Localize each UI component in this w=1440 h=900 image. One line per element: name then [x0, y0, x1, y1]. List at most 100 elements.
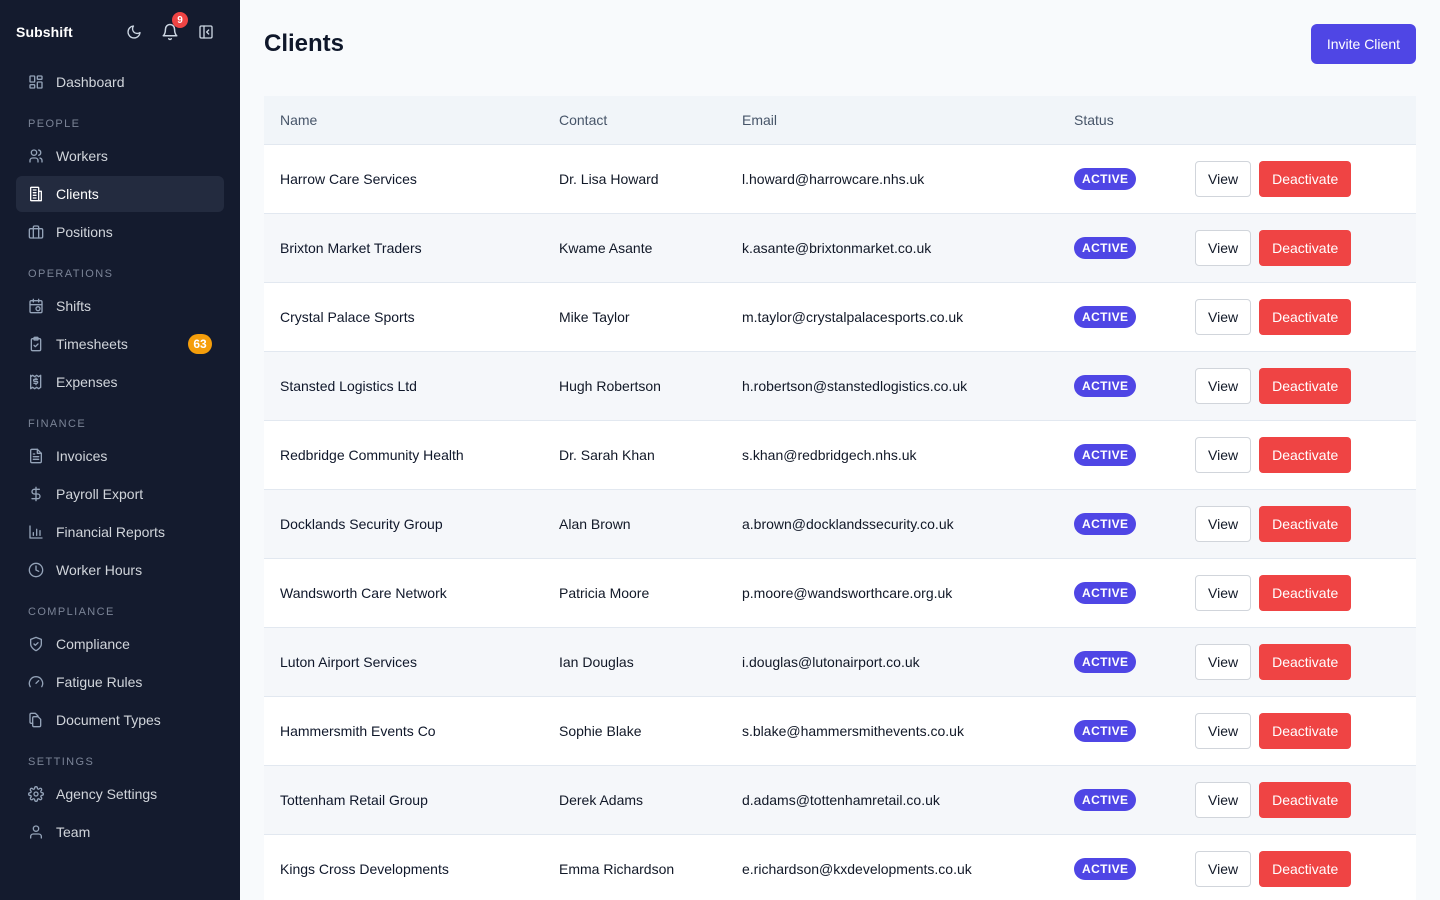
view-button[interactable]: View: [1195, 436, 1252, 473]
column-header-contact[interactable]: Contact: [543, 96, 726, 145]
status-cell: ACTIVE: [1058, 627, 1179, 696]
sidebar-item-worker-hours[interactable]: Worker Hours: [16, 552, 224, 588]
deactivate-button[interactable]: Deactivate: [1259, 229, 1352, 266]
deactivate-button[interactable]: Deactivate: [1259, 436, 1352, 473]
calendar-clock-icon: [28, 298, 44, 314]
client-email: s.khan@redbridgech.nhs.uk: [742, 446, 917, 463]
view-button[interactable]: View: [1195, 643, 1252, 680]
sidebar-item-dashboard[interactable]: Dashboard: [16, 64, 224, 100]
sidebar-item-agency-settings[interactable]: Agency Settings: [16, 776, 224, 812]
client-name: Crystal Palace Sports: [280, 308, 415, 325]
moon-icon[interactable]: [124, 22, 144, 42]
sidebar-item-label: Positions: [56, 224, 113, 240]
main-content: Clients Invite Client Name Contact Email…: [240, 0, 1440, 900]
deactivate-button[interactable]: Deactivate: [1259, 505, 1352, 542]
status-badge: ACTIVE: [1074, 443, 1137, 466]
table-row: Harrow Care Services Dr. Lisa Howard l.how…: [264, 144, 1416, 213]
sidebar-item-team[interactable]: Team: [16, 814, 224, 850]
client-contact: Patricia Moore: [559, 584, 650, 601]
client-name: Luton Airport Services: [280, 653, 417, 670]
page-title: Clients: [264, 30, 345, 57]
table-row: Crystal Palace Sports Mike Taylor m.taylor…: [264, 282, 1416, 351]
client-contact: Hugh Robertson: [559, 377, 661, 394]
actions-cell: View Deactivate: [1179, 144, 1416, 213]
sidebar-item-workers[interactable]: Workers: [16, 138, 224, 174]
status-badge: ACTIVE: [1074, 788, 1137, 811]
row-actions: View Deactivate: [1195, 643, 1400, 680]
sidebar-item-expenses[interactable]: Expenses: [16, 364, 224, 400]
sidebar-item-fatigue-rules[interactable]: Fatigue Rules: [16, 664, 224, 700]
table-row: Brixton Market Traders Kwame Asante k.asan…: [264, 213, 1416, 282]
deactivate-button[interactable]: Deactivate: [1259, 160, 1352, 197]
deactivate-button[interactable]: Deactivate: [1259, 712, 1352, 749]
sidebar-item-payroll-export[interactable]: Payroll Export: [16, 476, 224, 512]
deactivate-button[interactable]: Deactivate: [1259, 643, 1352, 680]
client-email: k.asante@brixtonmarket.co.uk: [742, 239, 932, 256]
deactivate-button[interactable]: Deactivate: [1259, 781, 1352, 818]
row-actions: View Deactivate: [1195, 781, 1400, 818]
sidebar-item-label: Workers: [56, 148, 108, 164]
view-button[interactable]: View: [1195, 850, 1252, 887]
actions-cell: View Deactivate: [1179, 489, 1416, 558]
sidebar-item-label: Agency Settings: [56, 786, 158, 802]
sidebar-item-positions[interactable]: Positions: [16, 214, 224, 250]
client-name: Wandsworth Care Network: [280, 584, 447, 601]
client-contact: Derek Adams: [559, 791, 644, 808]
table-row: Kings Cross Developments Emma Richardson e…: [264, 834, 1416, 900]
brand-logo[interactable]: Subshift: [16, 24, 73, 40]
deactivate-button[interactable]: Deactivate: [1259, 850, 1352, 887]
clients-table: Name Contact Email Status Harrow Care Se…: [264, 96, 1416, 900]
actions-cell: View Deactivate: [1179, 834, 1416, 900]
client-contact: Mike Taylor: [559, 308, 630, 325]
sidebar-item-label: Document Types: [56, 712, 161, 728]
grid-icon: [28, 74, 44, 90]
client-email: e.richardson@kxdevelopments.co.uk: [742, 860, 972, 877]
client-name: Stansted Logistics Ltd: [280, 377, 417, 394]
gear-icon: [28, 786, 44, 802]
status-cell: ACTIVE: [1058, 351, 1179, 420]
sidebar-item-clients[interactable]: Clients: [16, 176, 224, 212]
sidebar-item-timesheets[interactable]: Timesheets 63: [16, 326, 224, 362]
column-header-status[interactable]: Status: [1058, 96, 1179, 145]
sidebar-item-compliance[interactable]: Compliance: [16, 626, 224, 662]
sidebar-item-shifts[interactable]: Shifts: [16, 288, 224, 324]
section-label-settings: SETTINGS: [28, 756, 95, 768]
client-contact: Emma Richardson: [559, 860, 675, 877]
sidebar-item-invoices[interactable]: Invoices: [16, 438, 224, 474]
client-contact: Ian Douglas: [559, 653, 634, 670]
sidebar-item-label: Clients: [56, 186, 99, 202]
briefcase-icon: [28, 224, 44, 240]
sidebar-item-financial-reports[interactable]: Financial Reports: [16, 514, 224, 550]
status-badge: ACTIVE: [1074, 167, 1137, 190]
view-button[interactable]: View: [1195, 712, 1252, 749]
sidebar-item-label: Dashboard: [56, 74, 125, 90]
view-button[interactable]: View: [1195, 781, 1252, 818]
view-button[interactable]: View: [1195, 574, 1252, 611]
sidebar-item-document-types[interactable]: Document Types: [16, 702, 224, 738]
client-contact: Alan Brown: [559, 515, 631, 532]
view-button[interactable]: View: [1195, 160, 1252, 197]
collapse-sidebar-icon[interactable]: [196, 22, 216, 42]
table-row: Hammersmith Events Co Sophie Blake s.blake…: [264, 696, 1416, 765]
column-header-email[interactable]: Email: [726, 96, 1058, 145]
view-button[interactable]: View: [1195, 298, 1252, 335]
client-name: Redbridge Community Health: [280, 446, 464, 463]
section-label-finance: FINANCE: [28, 418, 87, 430]
column-header-name[interactable]: Name: [264, 96, 543, 145]
row-actions: View Deactivate: [1195, 505, 1400, 542]
deactivate-button[interactable]: Deactivate: [1259, 367, 1352, 404]
row-actions: View Deactivate: [1195, 298, 1400, 335]
invite-client-button[interactable]: Invite Client: [1310, 24, 1416, 64]
client-email: i.douglas@lutonairport.co.uk: [742, 653, 920, 670]
bell-icon[interactable]: 9: [160, 12, 188, 42]
deactivate-button[interactable]: Deactivate: [1259, 574, 1352, 611]
files-icon: [28, 712, 44, 728]
section-label-operations: OPERATIONS: [28, 268, 114, 280]
actions-cell: View Deactivate: [1179, 558, 1416, 627]
deactivate-button[interactable]: Deactivate: [1259, 298, 1352, 335]
view-button[interactable]: View: [1195, 367, 1252, 404]
table-row: Wandsworth Care Network Patricia Moore p.m…: [264, 558, 1416, 627]
actions-cell: View Deactivate: [1179, 765, 1416, 834]
view-button[interactable]: View: [1195, 229, 1252, 266]
view-button[interactable]: View: [1195, 505, 1252, 542]
